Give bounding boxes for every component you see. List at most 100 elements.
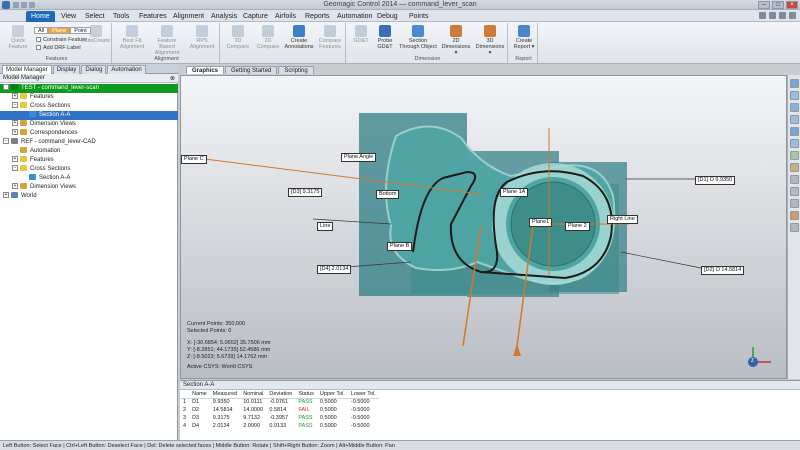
tree-node[interactable]: − REF - command_lever-CAD xyxy=(0,138,178,147)
expand-icon[interactable]: − xyxy=(12,102,18,109)
label-plane-2[interactable]: Plane 2 xyxy=(565,222,590,231)
2d-compare-button[interactable]: 2D Compare xyxy=(254,25,282,50)
minimize-doc-icon[interactable] xyxy=(769,12,776,19)
axis-triad[interactable]: Z xyxy=(741,344,777,374)
tab-features[interactable]: Features xyxy=(134,11,172,22)
redo-icon[interactable] xyxy=(29,2,35,8)
undo-icon[interactable] xyxy=(21,2,27,8)
save-icon[interactable] xyxy=(13,2,19,8)
tree-node[interactable]: + World xyxy=(0,192,178,201)
tab-display[interactable]: Display xyxy=(52,65,81,74)
expand-icon[interactable]: + xyxy=(12,120,18,127)
label-plane-1a[interactable]: Plane 1A xyxy=(500,188,529,197)
expand-icon[interactable]: + xyxy=(12,93,18,100)
add-drf-label-checkbox[interactable]: Add DRF Label xyxy=(36,45,81,51)
section-view-icon[interactable] xyxy=(790,211,799,220)
segment-plane[interactable]: Plane xyxy=(48,27,71,34)
pan-icon[interactable] xyxy=(790,187,799,196)
table-row[interactable]: 3 D3 9.3175 9.7132 -0.3957 PASS 0.5000 -0.5000 xyxy=(180,414,379,422)
best-fit-alignment-button[interactable]: Best Fit Alignment xyxy=(116,25,148,50)
table-row[interactable]: 2 D2 14.5814 14.0000 0.5814 FAIL 0.5000 -0.5000 xyxy=(180,406,379,414)
model-scene[interactable] xyxy=(181,76,787,379)
tab-reports[interactable]: Reports xyxy=(300,11,335,22)
tree-node[interactable]: + Features xyxy=(0,156,178,165)
expand-icon[interactable]: + xyxy=(12,183,18,190)
column-header[interactable]: Deviation xyxy=(266,390,296,399)
tree-node[interactable]: − TEST - command_lever-scan xyxy=(0,84,178,93)
expand-icon[interactable]: − xyxy=(3,84,9,91)
3d-compare-button[interactable]: 3D Compare xyxy=(224,25,252,50)
probe-gdt-button[interactable]: Probe GD&T xyxy=(374,25,396,50)
expand-icon[interactable]: + xyxy=(3,192,9,199)
tab-graphics[interactable]: Graphics xyxy=(186,66,225,74)
expand-icon[interactable]: − xyxy=(3,138,9,145)
autocreate-button[interactable]: AutoCreate xyxy=(82,25,110,44)
view-right-icon[interactable] xyxy=(790,139,799,148)
rotate-icon[interactable] xyxy=(790,199,799,208)
expand-icon[interactable]: + xyxy=(12,129,18,136)
tree-node[interactable]: − Cross Sections xyxy=(0,165,178,174)
tab-automation[interactable]: Automation xyxy=(107,65,146,74)
tree-node[interactable]: Automation xyxy=(0,147,178,156)
graphics-viewport[interactable]: Plane C Plane Angle [D3] 9.3175 Bottom L… xyxy=(180,75,787,379)
restore-doc-icon[interactable] xyxy=(779,12,786,19)
close-doc-icon[interactable] xyxy=(789,12,796,19)
column-header[interactable] xyxy=(180,390,190,399)
table-row[interactable]: 1 D1 9.9350 10.0111 -0.0761 PASS 0.5000 -0.5000 xyxy=(180,398,379,406)
tree-node[interactable]: Section A-A xyxy=(0,111,178,120)
tab-capture[interactable]: Capture xyxy=(238,11,273,22)
tree-node[interactable]: + Dimension Views xyxy=(0,183,178,192)
tree-node[interactable]: + Dimension Views xyxy=(0,120,178,129)
tab-analysis[interactable]: Analysis xyxy=(206,11,242,22)
tree-node[interactable]: Section A-A xyxy=(0,174,178,183)
minimize-icon[interactable]: – xyxy=(758,1,770,9)
label-d2[interactable]: [D2] O 14.5814 xyxy=(701,266,745,275)
tab-automation[interactable]: Automation xyxy=(332,11,377,22)
zoom-fit-icon[interactable] xyxy=(790,163,799,172)
tree-node[interactable]: − Cross Sections xyxy=(0,102,178,111)
column-header[interactable]: Status xyxy=(295,390,317,399)
expand-icon[interactable]: − xyxy=(12,165,18,172)
compare-features-button[interactable]: Compare Features xyxy=(316,25,344,50)
3d-dimensions-button[interactable]: 3D Dimensions ▾ xyxy=(474,25,506,56)
feature-based-alignment-button[interactable]: Feature Based Alignment xyxy=(150,25,184,56)
help-icon[interactable] xyxy=(759,12,766,19)
create-annotations-button[interactable]: Create Annotations xyxy=(284,25,314,50)
label-d3[interactable]: [D3] 9.3175 xyxy=(288,188,323,197)
tab-getting-started[interactable]: Getting Started xyxy=(225,66,278,74)
pin-icon[interactable]: ⊗ xyxy=(170,75,175,84)
label-d1[interactable]: [D1] O 9.9350 xyxy=(695,176,736,185)
tab-home[interactable]: Home xyxy=(26,11,55,22)
column-header[interactable]: Name xyxy=(189,390,210,399)
tab-select[interactable]: Select xyxy=(80,11,109,22)
label-plane-angle[interactable]: Plane Angle xyxy=(341,153,377,162)
view-top-icon[interactable] xyxy=(790,103,799,112)
tree-node[interactable]: + Correspondences xyxy=(0,129,178,138)
maximize-icon[interactable]: □ xyxy=(772,1,784,9)
column-header[interactable]: Upper Tol. xyxy=(316,390,348,399)
close-icon[interactable]: × xyxy=(786,1,798,9)
label-line[interactable]: Line xyxy=(317,222,334,231)
label-plane-b[interactable]: Plane B xyxy=(387,242,413,251)
column-header[interactable]: Measured xyxy=(209,390,241,399)
tab-airfoils[interactable]: Airfoils xyxy=(270,11,301,22)
tab-model-manager[interactable]: Model Manager xyxy=(2,65,52,74)
tab-scripting[interactable]: Scripting xyxy=(278,66,314,74)
2d-dimensions-button[interactable]: 2D Dimensions ▾ xyxy=(440,25,472,56)
expand-icon[interactable]: + xyxy=(12,156,18,163)
tab-points[interactable]: Points xyxy=(404,11,433,22)
segment-all[interactable]: All xyxy=(34,27,49,34)
tab-view[interactable]: View xyxy=(56,11,81,22)
view-back-icon[interactable] xyxy=(790,91,799,100)
label-d4[interactable]: [D4] 2.0134 xyxy=(317,265,352,274)
tab-debug[interactable]: Debug xyxy=(372,11,403,22)
tab-tools[interactable]: Tools xyxy=(108,11,134,22)
lighting-icon[interactable] xyxy=(790,223,799,232)
view-front-icon[interactable] xyxy=(790,79,799,88)
label-bottom[interactable]: Bottom xyxy=(376,190,400,199)
app-logo-icon[interactable] xyxy=(2,1,10,9)
table-row[interactable]: 4 D4 2.0134 2.0000 0.0133 PASS 0.5000 -0.5000 xyxy=(180,422,379,430)
rps-alignment-button[interactable]: RPS Alignment xyxy=(186,25,218,50)
constrain-feature-checkbox[interactable]: Constrain Feature xyxy=(36,37,87,43)
tree-node[interactable]: + Features xyxy=(0,93,178,102)
